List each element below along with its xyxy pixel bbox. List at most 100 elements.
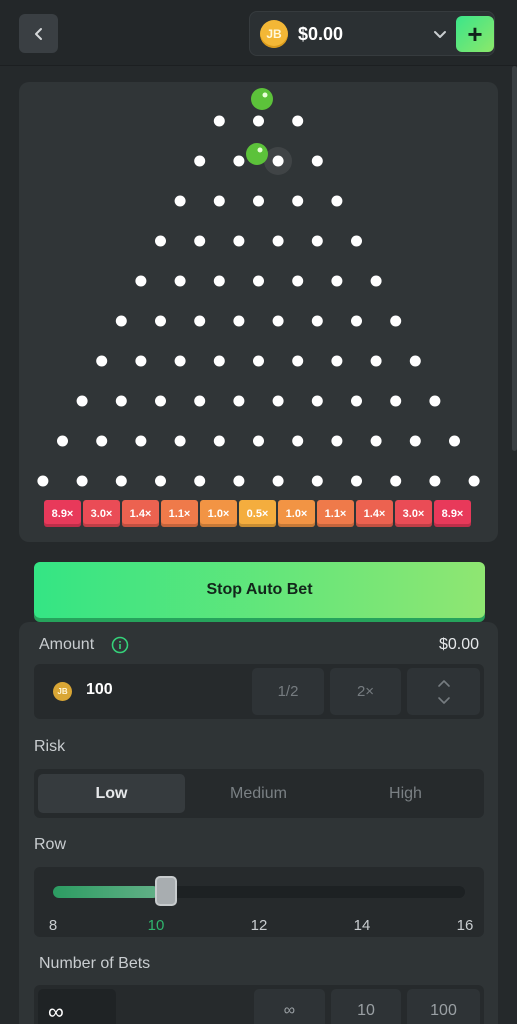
- plinko-pin: [213, 275, 225, 287]
- plinko-pin: [135, 435, 147, 447]
- plinko-pin: [370, 435, 382, 447]
- plinko-pin: [233, 475, 245, 487]
- plinko-pin: [331, 195, 343, 207]
- plinko-pin: [390, 315, 402, 327]
- plinko-pin: [194, 395, 206, 407]
- plinko-pin: [233, 235, 245, 247]
- plinko-pin: [37, 475, 49, 487]
- plinko-pin: [76, 395, 88, 407]
- row-tick: 14: [353, 917, 371, 934]
- multiplier-slot: 1.0×: [200, 500, 237, 527]
- plinko-pin: [351, 235, 362, 247]
- plinko-pin: [311, 235, 323, 247]
- amount-stepper[interactable]: [407, 668, 480, 715]
- plinko-ball: [246, 143, 268, 165]
- multiplier-slot: 0.5×: [239, 500, 276, 527]
- risk-option-medium[interactable]: Medium: [185, 774, 332, 813]
- risk-option-low[interactable]: Low: [38, 774, 185, 813]
- number-of-bets-input[interactable]: ∞: [38, 989, 116, 1024]
- plinko-pin: [449, 435, 460, 447]
- plinko-pin: [370, 355, 382, 367]
- info-icon[interactable]: [111, 636, 129, 654]
- row-tick: 8: [48, 917, 58, 934]
- plinko-pin: [135, 355, 147, 367]
- amount-usd-value: $0.00: [438, 636, 479, 653]
- multiplier-slot: 3.0×: [395, 500, 432, 527]
- plinko-pin: [233, 155, 245, 167]
- plinko-pin: [292, 435, 304, 447]
- multiplier-slot: 1.1×: [161, 500, 198, 527]
- plinko-pin: [194, 155, 206, 167]
- bets-option-infinite[interactable]: ∞: [254, 989, 325, 1024]
- plinko-pin: [174, 195, 186, 207]
- half-amount-button[interactable]: 1/2: [252, 668, 324, 715]
- plinko-pin: [311, 395, 323, 407]
- number-of-bets-row: ∞ ∞ 10 100: [34, 985, 484, 1024]
- risk-label: Risk: [34, 738, 66, 755]
- plinko-pin: [331, 275, 343, 287]
- multiplier-slot: 8.9×: [44, 500, 81, 527]
- double-amount-button[interactable]: 2×: [330, 668, 401, 715]
- row-tick: 10: [147, 917, 165, 934]
- ball-shine: [262, 92, 268, 98]
- plinko-pin: [115, 475, 127, 487]
- multiplier-slot: 1.1×: [317, 500, 354, 527]
- plinko-pin: [272, 395, 284, 407]
- plinko-pin: [115, 395, 127, 407]
- plinko-pin: [135, 275, 147, 287]
- plinko-pin: [390, 475, 402, 487]
- row-tick: 16: [456, 917, 474, 934]
- risk-option-high[interactable]: High: [332, 774, 479, 813]
- plinko-pin: [96, 435, 108, 447]
- stop-auto-bet-button[interactable]: Stop Auto Bet: [34, 562, 485, 618]
- plinko-pin: [468, 475, 480, 487]
- plinko-pin: [331, 355, 343, 367]
- row-slider-track[interactable]: [53, 886, 465, 898]
- plinko-pin: [253, 115, 264, 127]
- row-label: Row: [34, 836, 67, 853]
- plinko-pin: [292, 195, 304, 207]
- plinko-pin: [351, 315, 362, 327]
- multiplier-slot: 3.0×: [83, 500, 120, 527]
- plinko-pin: [272, 315, 284, 327]
- amount-input[interactable]: 100: [86, 681, 113, 699]
- plinko-pin: [253, 355, 264, 367]
- plinko-pin: [76, 475, 88, 487]
- plinko-pin: [233, 395, 245, 407]
- plinko-pin: [351, 395, 362, 407]
- bets-option-10[interactable]: 10: [331, 989, 401, 1024]
- ball-shine: [257, 147, 263, 153]
- plinko-pin: [429, 475, 441, 487]
- page-scrollbar[interactable]: [512, 66, 517, 451]
- multiplier-slot: 8.9×: [434, 500, 471, 527]
- bets-option-100[interactable]: 100: [407, 989, 480, 1024]
- plinko-pin: [292, 115, 304, 127]
- plinko-pin: [311, 475, 323, 487]
- plinko-pin: [292, 355, 304, 367]
- plinko-pin: [272, 475, 284, 487]
- plinko-pin: [174, 355, 186, 367]
- plinko-pin: [272, 155, 284, 167]
- plinko-pin: [351, 475, 362, 487]
- plinko-pin: [311, 315, 323, 327]
- jb-coin-icon: JB: [53, 682, 72, 701]
- plinko-pin: [155, 395, 166, 407]
- plinko-pin: [409, 435, 421, 447]
- plinko-pin: [390, 395, 402, 407]
- amount-label: Amount: [39, 636, 95, 653]
- plinko-pin: [194, 235, 206, 247]
- multiplier-slot: 1.0×: [278, 500, 315, 527]
- plinko-pin: [233, 315, 245, 327]
- number-of-bets-label: Number of Bets: [39, 955, 151, 972]
- row-slider-thumb[interactable]: [155, 876, 177, 906]
- plinko-pin: [253, 275, 264, 287]
- multiplier-slot: 1.4×: [356, 500, 393, 527]
- plinko-pin: [155, 475, 166, 487]
- plinko-pin: [409, 355, 421, 367]
- plinko-pin: [115, 315, 127, 327]
- plinko-pin: [174, 435, 186, 447]
- risk-selector: Low Medium High: [34, 769, 484, 818]
- plinko-pin: [194, 475, 206, 487]
- plinko-pin: [272, 235, 284, 247]
- row-slider-fill: [53, 886, 159, 898]
